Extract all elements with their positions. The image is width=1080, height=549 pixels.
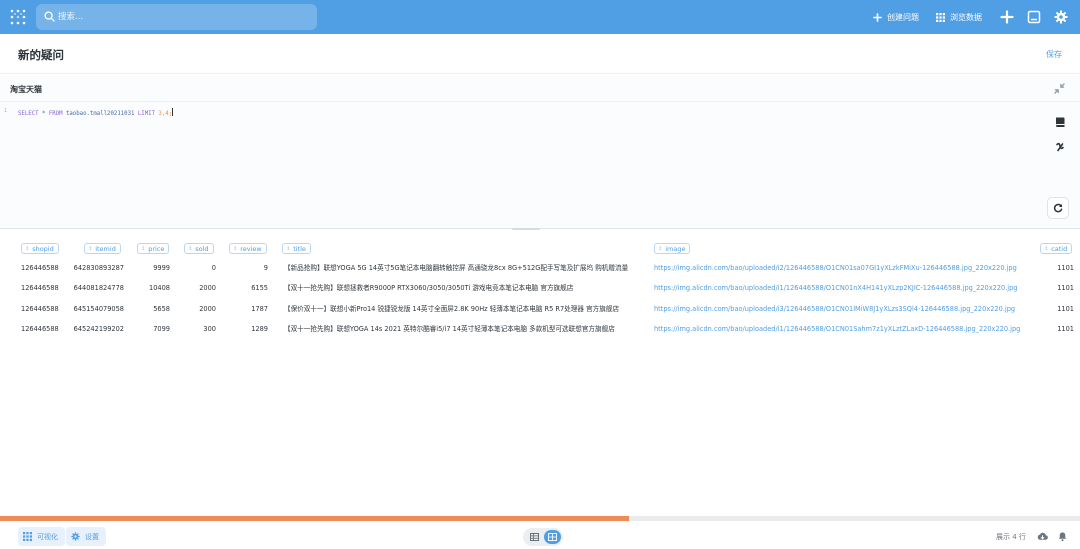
cell-review: 6155 <box>251 284 268 292</box>
chart-icon <box>548 533 557 541</box>
view-toggle <box>523 528 563 546</box>
settings-label: 设置 <box>85 532 99 541</box>
cell-title: 【双十一抢先购】联想拯救者R9000P RTX3060/3050/3050Ti … <box>284 284 574 292</box>
sql-table: taobao.tmall20211031 <box>62 111 138 117</box>
chart-view-button[interactable] <box>544 530 561 544</box>
cell-price: 5658 <box>153 305 170 313</box>
column-header-price[interactable]: ↕ price <box>137 243 170 254</box>
gear-icon <box>71 532 80 541</box>
column-header-image[interactable]: ↕ image <box>654 243 691 254</box>
browse-data-button[interactable]: 浏览数据 <box>936 10 982 24</box>
sql-keyword: FROM <box>48 111 63 117</box>
sql-keyword: LIMIT <box>137 111 155 117</box>
download-icon[interactable] <box>1037 531 1048 542</box>
cell-price: 10408 <box>149 284 170 292</box>
collapse-icon[interactable] <box>1054 83 1065 94</box>
grid-icon <box>23 532 32 541</box>
save-button[interactable]: 保存 <box>1046 49 1062 60</box>
top-nav-bar: 创建问题 浏览数据 <box>0 0 1080 34</box>
gear-icon[interactable] <box>1054 10 1068 24</box>
create-question-button[interactable]: 创建问题 <box>873 10 919 24</box>
plus-icon <box>873 12 882 22</box>
text-cursor <box>172 108 174 116</box>
logo-icon[interactable] <box>10 9 26 25</box>
cell-itemid: 642830893287 <box>73 264 124 272</box>
create-question-label: 创建问题 <box>887 12 919 22</box>
cell-shopid: 126446588 <box>21 264 59 272</box>
refresh-icon <box>1053 203 1063 213</box>
sql-star: * <box>38 111 49 117</box>
results-table: ↕ shopid ↕ itemid ↕ price ↕ sold ↕ review ↕ ti… <box>0 236 1080 516</box>
cell-sold: 2000 <box>199 284 216 292</box>
visualize-label: 可视化 <box>37 532 58 541</box>
snippet-icon[interactable] <box>1027 10 1041 24</box>
bell-icon[interactable] <box>1057 531 1068 542</box>
line-number: 1 <box>4 108 8 114</box>
cell-sold: 2000 <box>199 305 216 313</box>
variable-icon[interactable] <box>1054 141 1066 153</box>
cell-title: 【新品抢购】联想YOGA 5G 14英寸5G笔记本电脑翻转触控屏 高通骁龙8cx… <box>284 264 629 272</box>
cell-price: 7099 <box>153 325 170 333</box>
column-header-sold[interactable]: ↕ sold <box>184 243 214 254</box>
sql-editor[interactable]: 1 SELECT * FROM taobao.tmall20211031 LIM… <box>0 102 1080 229</box>
cell-title: 【双十一抢先购】联想YOGA 14s 2021 英特尔酷睿i5/i7 14英寸轻… <box>284 325 615 333</box>
cell-catid: 1101 <box>1057 325 1074 333</box>
sql-query[interactable]: SELECT * FROM taobao.tmall20211031 LIMIT… <box>18 108 174 117</box>
cell-catid: 1101 <box>1057 284 1074 292</box>
search-box[interactable] <box>36 4 317 30</box>
cell-image-link[interactable]: https://img.alicdn.com/bao/uploaded/i3/1… <box>654 304 1015 315</box>
cell-shopid: 126446588 <box>21 305 59 313</box>
cell-shopid: 126446588 <box>21 284 59 292</box>
cell-review: 9 <box>263 264 268 272</box>
visualize-button[interactable]: 可视化 <box>18 527 65 546</box>
database-selector[interactable]: 淘宝天猫 <box>10 84 42 95</box>
table-view-button[interactable] <box>526 530 543 544</box>
new-icon[interactable] <box>1000 10 1014 24</box>
cell-sold: 300 <box>203 325 216 333</box>
browse-data-label: 浏览数据 <box>950 12 982 22</box>
cell-price: 9999 <box>153 264 170 272</box>
cell-image-link[interactable]: https://img.alicdn.com/bao/uploaded/i1/1… <box>654 283 1018 294</box>
book-icon[interactable] <box>1054 116 1066 128</box>
cell-image-link[interactable]: https://img.alicdn.com/bao/uploaded/i2/1… <box>654 263 1017 274</box>
cell-catid: 1101 <box>1057 264 1074 272</box>
column-header-itemid[interactable]: ↕ itemid <box>84 243 121 254</box>
cell-review: 1289 <box>251 325 268 333</box>
cell-image-link[interactable]: https://img.alicdn.com/bao/uploaded/i1/1… <box>654 324 1020 335</box>
search-icon <box>44 11 55 22</box>
resize-handle[interactable] <box>512 228 540 230</box>
refresh-button[interactable] <box>1047 197 1069 219</box>
row-count: 展示 4 行 <box>996 533 1026 541</box>
cell-itemid: 644081824778 <box>73 284 124 292</box>
cell-shopid: 126446588 <box>21 325 59 333</box>
cell-title: 【保价双十一】联想小新Pro14 锐捷锐龙版 14英寸全面屏2.8K 90Hz … <box>284 305 620 313</box>
column-header-catid[interactable]: ↕ catid <box>1040 243 1073 254</box>
page-title: 新的疑问 <box>18 48 64 62</box>
settings-button[interactable]: 设置 <box>66 527 106 546</box>
column-header-title[interactable]: ↕ title <box>282 243 311 254</box>
cell-review: 1787 <box>251 305 268 313</box>
cell-itemid: 645242199202 <box>73 325 124 333</box>
cell-sold: 0 <box>211 264 216 272</box>
footer-bar: 可视化 设置 展示 4 行 <box>0 521 1080 549</box>
column-header-shopid[interactable]: ↕ shopid <box>21 243 59 254</box>
cell-catid: 1101 <box>1057 305 1074 313</box>
sql-keyword: SELECT <box>18 111 39 117</box>
question-header: 新的疑问 保存 <box>0 34 1080 74</box>
table-icon <box>530 533 539 541</box>
column-header-review[interactable]: ↕ review <box>229 243 267 254</box>
search-input[interactable] <box>58 8 308 26</box>
database-bar: 淘宝天猫 <box>0 75 1080 102</box>
sql-limit-args: 3,4; <box>155 111 173 117</box>
grid-icon <box>936 12 945 22</box>
cell-itemid: 645154079058 <box>73 305 124 313</box>
